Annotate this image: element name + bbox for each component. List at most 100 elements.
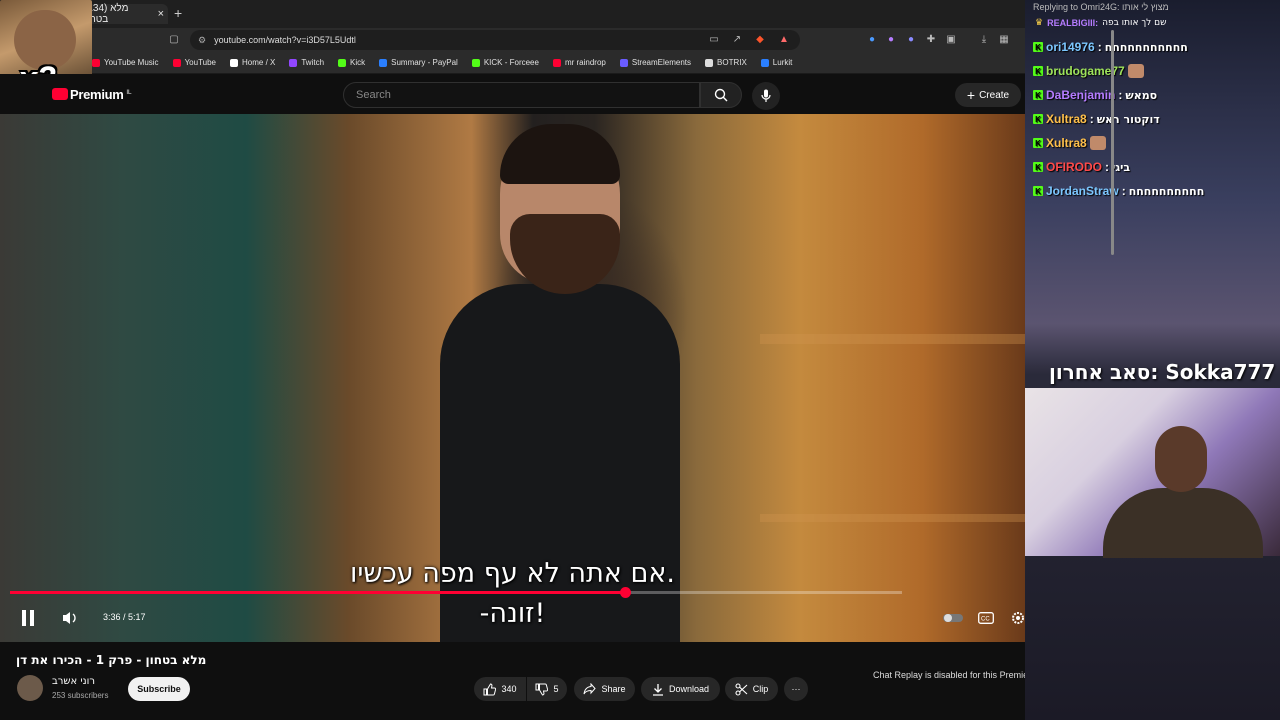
bookmark-item[interactable]: KICK - Forceee	[471, 58, 539, 67]
tab-close-icon[interactable]: ×	[158, 8, 164, 20]
bookmark-item[interactable]: StreamElements	[619, 58, 692, 67]
more-actions-button[interactable]: ···	[784, 677, 808, 701]
captions-button[interactable]: CC	[975, 606, 997, 630]
chat-message: K OFIRODO: ביגי	[1033, 160, 1130, 174]
chat-username: JordanStraw	[1046, 184, 1119, 198]
search-icon	[714, 88, 728, 102]
video-frame-shelf	[760, 334, 1025, 344]
volume-button[interactable]	[58, 606, 82, 630]
bookmark-item[interactable]: Home / X	[230, 58, 275, 67]
microphone-icon	[761, 89, 771, 102]
region-label: IL	[126, 89, 132, 96]
cast-icon[interactable]: ▭	[708, 34, 720, 46]
dislike-button[interactable]: 5	[527, 677, 567, 701]
thumbs-down-icon	[535, 683, 549, 696]
browser-tab[interactable]: (134) מלא בטחון ×	[80, 3, 168, 25]
bookmark-icon[interactable]: ▢	[168, 34, 180, 46]
wallet-icon[interactable]: ▦	[998, 34, 1010, 46]
subscriber-count: 253 subscribers	[52, 691, 109, 700]
create-label: Create	[979, 89, 1010, 101]
bookmark-label: Home / X	[242, 58, 276, 67]
youtube-logo-icon[interactable]	[52, 88, 68, 100]
premium-logo[interactable]: Premium IL	[70, 87, 132, 102]
extension-icon[interactable]: ●	[866, 34, 878, 46]
bookmark-favicon-icon	[230, 58, 238, 67]
progress-bar[interactable]	[10, 587, 902, 598]
bookmark-label: Kick	[350, 58, 366, 67]
chat-text: סמאש	[1125, 88, 1158, 102]
bookmark-favicon-icon	[552, 58, 561, 67]
site-info-icon[interactable]: ⚙	[198, 35, 206, 46]
search-button[interactable]	[700, 82, 742, 108]
browser-tabstrip: (134) מלא בטחון × +	[0, 0, 1025, 28]
brave-shield-icon[interactable]: ◆	[754, 34, 766, 46]
gear-icon	[1012, 612, 1024, 624]
rewards-icon[interactable]: ▲	[778, 34, 790, 46]
bookmark-item[interactable]: YouTube Music	[92, 58, 159, 67]
extensions-puzzle-icon[interactable]: ✚	[925, 34, 937, 46]
bookmark-item[interactable]: Lurkit	[760, 58, 793, 67]
caption-line-1: אם אתה לא עף מפה עכשיו.	[349, 558, 675, 589]
bookmark-item[interactable]: YouTube	[172, 58, 216, 67]
bookmark-item[interactable]: BOTRIX	[705, 58, 747, 67]
scissors-icon	[735, 682, 748, 696]
kick-badge-icon: K	[1033, 138, 1043, 148]
premium-label: Premium	[70, 87, 124, 102]
chat-username: OFIRODO	[1046, 160, 1102, 174]
chat-message: Kbrudogame77	[1033, 64, 1144, 78]
bookmark-label: StreamElements	[631, 58, 692, 67]
bookmark-item[interactable]: Kick	[338, 58, 365, 67]
voice-search-button[interactable]	[752, 82, 780, 110]
bookmark-favicon-icon	[172, 58, 181, 67]
bookmark-favicon-icon	[619, 58, 628, 67]
sidebar-icon[interactable]: ▣	[945, 34, 957, 46]
bookmark-favicon-icon	[760, 58, 769, 67]
url-text: youtube.com/watch?v=i3D57L5Udtl	[214, 35, 356, 45]
chat-emote-icon	[1089, 136, 1106, 150]
more-icon: ···	[791, 684, 801, 694]
chat-message: K JordanStraw: חחחחחחחחחח	[1033, 184, 1204, 198]
subscribe-button[interactable]: Subscribe	[128, 677, 190, 701]
autoplay-toggle[interactable]	[942, 606, 964, 630]
clip-label: Clip	[752, 684, 769, 694]
bookmark-label: Twitch	[301, 58, 325, 67]
channel-avatar[interactable]	[17, 675, 43, 701]
bookmark-label: Lurkit	[772, 58, 793, 67]
download-icon[interactable]: ⤓	[978, 34, 990, 46]
like-button[interactable]: 340	[474, 677, 526, 701]
share-icon	[583, 683, 597, 695]
kick-badge-icon: K	[1033, 186, 1043, 196]
bookmark-item[interactable]: Twitch	[289, 58, 324, 67]
bookmark-favicon-icon	[92, 58, 100, 67]
create-button[interactable]: + Create	[955, 83, 1021, 107]
last-sub-label: סאב אחרון: Sokka777	[1049, 360, 1276, 384]
channel-name[interactable]: רוני אשרב	[52, 676, 95, 687]
chat-separator: :	[1118, 88, 1123, 102]
chat-separator: :	[1097, 40, 1102, 54]
share-button[interactable]: Share	[574, 677, 635, 701]
chat-text: ביגי	[1112, 160, 1131, 174]
video-player[interactable]: אם אתה לא עף מפה עכשיו. -זונה!	[0, 114, 1025, 642]
download-icon	[652, 683, 663, 696]
reply-line: ♛ REALBIGIII: שם לך אותו בפה	[1035, 17, 1167, 28]
chat-scrollbar[interactable]	[1111, 30, 1114, 255]
clip-button[interactable]: Clip	[725, 677, 778, 701]
streamer-body	[1103, 488, 1263, 558]
video-frame-shelf	[760, 514, 1025, 522]
search-input[interactable]: Search	[343, 82, 700, 108]
new-tab-button[interactable]: +	[174, 5, 182, 21]
chat-message: K Xultra8: דוקטור ראש	[1033, 112, 1160, 126]
time-display: 3:36 / 5:17	[103, 612, 146, 622]
bookmark-item[interactable]: Summary - PayPal	[379, 58, 458, 67]
download-button[interactable]: Download	[641, 677, 720, 701]
share-page-icon[interactable]: ↗	[731, 34, 743, 46]
reply-header: Replying to Omri24G: מצוץ לי אותו	[1033, 2, 1169, 12]
video-title: מלא בטחון - פרק 1 - הכירו את דן	[16, 653, 207, 667]
pause-button[interactable]	[16, 606, 40, 630]
bookmark-item[interactable]: mr raindrop	[552, 58, 606, 67]
bookmark-label: Summary - PayPal	[391, 58, 458, 67]
extension-icon[interactable]: ●	[885, 34, 897, 46]
extension-icon[interactable]: ●	[905, 34, 917, 46]
thumbs-up-icon	[483, 682, 497, 695]
chat-message: K Xultra8	[1033, 136, 1106, 150]
